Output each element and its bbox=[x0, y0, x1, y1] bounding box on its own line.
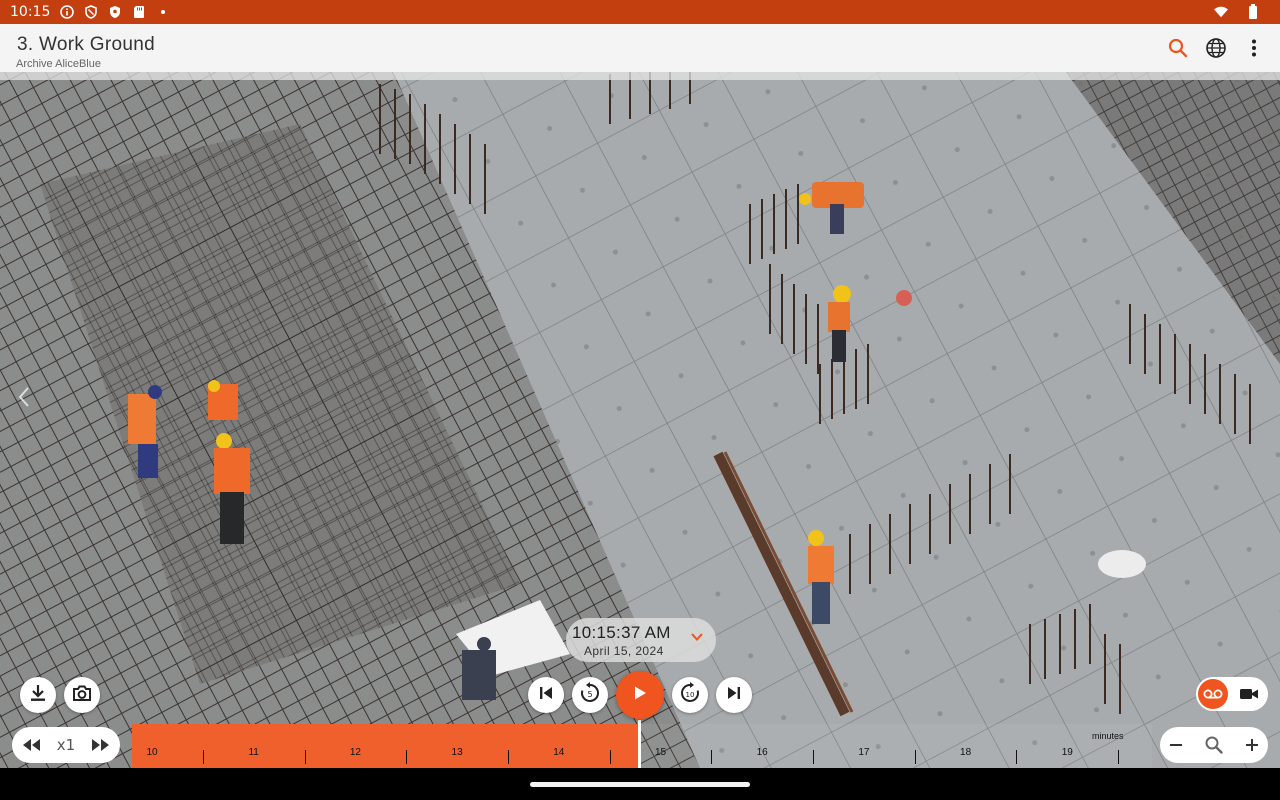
page-title: 3. Work Ground bbox=[17, 34, 155, 55]
vpn-icon bbox=[108, 5, 122, 19]
playback-date: April 15, 2024 bbox=[584, 644, 664, 658]
slower-button[interactable] bbox=[22, 738, 42, 752]
chevron-down-icon bbox=[690, 630, 704, 644]
sd-card-icon bbox=[132, 5, 146, 19]
download-button[interactable] bbox=[20, 677, 56, 713]
plus-icon bbox=[1246, 739, 1258, 751]
timeline-tick-label: 17 bbox=[858, 747, 870, 758]
zoom-icon bbox=[1205, 736, 1223, 754]
faster-button[interactable] bbox=[90, 738, 110, 752]
previous-camera-chevron-icon[interactable] bbox=[12, 383, 36, 411]
timeline-tick bbox=[609, 750, 611, 764]
camera-icon bbox=[72, 684, 92, 707]
globe-icon[interactable] bbox=[1204, 36, 1228, 60]
download-icon bbox=[28, 683, 48, 708]
app-bar-actions bbox=[1166, 36, 1266, 60]
fast-forward-icon bbox=[91, 739, 109, 751]
timeline-played-range bbox=[132, 724, 639, 768]
voicemail-icon bbox=[1203, 689, 1223, 699]
videocam-icon bbox=[1240, 689, 1258, 699]
timeline-units-label: minutes bbox=[1092, 731, 1124, 741]
replay-5-button[interactable]: 5 bbox=[572, 677, 608, 713]
timeline-tick bbox=[202, 750, 204, 764]
replay-5-icon: 5 bbox=[579, 681, 601, 709]
status-time: 10:15 bbox=[10, 4, 51, 20]
skip-next-button[interactable] bbox=[716, 677, 752, 713]
info-icon bbox=[60, 5, 75, 19]
timeline-tick bbox=[711, 750, 713, 764]
timeline-scrubber[interactable]: minutes 1011121314151617181920 bbox=[132, 720, 1175, 768]
timeline-tick bbox=[813, 750, 815, 764]
timeline-tick bbox=[1016, 750, 1018, 764]
timeline-tick-label: 16 bbox=[756, 747, 768, 758]
status-bar: 10:15 bbox=[0, 0, 1280, 24]
zoom-out-button[interactable] bbox=[1169, 738, 1183, 752]
record-mode-toggle[interactable] bbox=[1196, 677, 1268, 711]
timeline-tick bbox=[507, 750, 509, 764]
skip-previous-icon bbox=[538, 685, 554, 706]
timeline-tick-label: 13 bbox=[451, 747, 463, 758]
home-gesture-handle[interactable] bbox=[530, 782, 750, 787]
timeline-tick-label: 15 bbox=[654, 747, 667, 758]
minus-icon bbox=[1170, 744, 1182, 746]
svg-text:5: 5 bbox=[587, 690, 592, 699]
rewind-icon bbox=[23, 739, 40, 751]
more-vertical-icon[interactable] bbox=[1242, 36, 1266, 60]
app-bar: 3. Work Ground Archive AliceBlue bbox=[0, 24, 1280, 72]
skip-next-icon bbox=[726, 685, 742, 706]
timeline-cursor[interactable] bbox=[638, 720, 641, 768]
dot-icon bbox=[156, 5, 170, 19]
timeline-tick-label: 11 bbox=[248, 747, 259, 758]
snapshot-button[interactable] bbox=[64, 677, 100, 713]
svg-text:10: 10 bbox=[686, 691, 695, 699]
timeline-tick bbox=[1118, 750, 1120, 764]
wifi-icon bbox=[1214, 5, 1228, 19]
zoom-in-button[interactable] bbox=[1245, 738, 1259, 752]
shield-icon bbox=[84, 5, 98, 19]
forward-10-button[interactable]: 10 bbox=[672, 677, 708, 713]
playback-time-selector[interactable]: 10:15:37 AM April 15, 2024 bbox=[566, 618, 716, 662]
zoom-reset-button[interactable] bbox=[1204, 735, 1224, 755]
timeline-tick bbox=[914, 750, 916, 764]
page-subtitle: Archive AliceBlue bbox=[16, 58, 101, 70]
search-icon[interactable] bbox=[1166, 36, 1190, 60]
system-navigation-bar bbox=[0, 768, 1280, 800]
speed-label: x1 bbox=[56, 736, 76, 754]
playback-speed-control: x1 bbox=[12, 727, 120, 763]
playback-time: 10:15:37 AM bbox=[572, 623, 671, 642]
battery-icon bbox=[1246, 4, 1260, 19]
skip-previous-button[interactable] bbox=[528, 677, 564, 713]
live-mode-button[interactable] bbox=[1238, 684, 1260, 704]
forward-10-icon: 10 bbox=[679, 681, 701, 709]
timeline-tick bbox=[406, 750, 408, 764]
timeline-tick-label: 14 bbox=[553, 747, 565, 758]
timeline-zoom-control bbox=[1160, 727, 1268, 763]
play-icon bbox=[632, 685, 648, 706]
timeline-tick-label: 10 bbox=[146, 747, 158, 758]
timeline-tick bbox=[304, 750, 306, 764]
timeline-remaining-range bbox=[639, 724, 1152, 768]
video-player[interactable] bbox=[0, 64, 1280, 768]
play-button[interactable] bbox=[616, 671, 664, 719]
timeline-tick-label: 18 bbox=[960, 747, 972, 758]
camera-feed-image bbox=[0, 64, 1280, 768]
archive-mode-button[interactable] bbox=[1198, 679, 1228, 709]
status-right-group bbox=[1214, 4, 1270, 19]
timeline-tick-label: 12 bbox=[349, 747, 361, 758]
timeline-tick-label: 19 bbox=[1061, 747, 1073, 758]
